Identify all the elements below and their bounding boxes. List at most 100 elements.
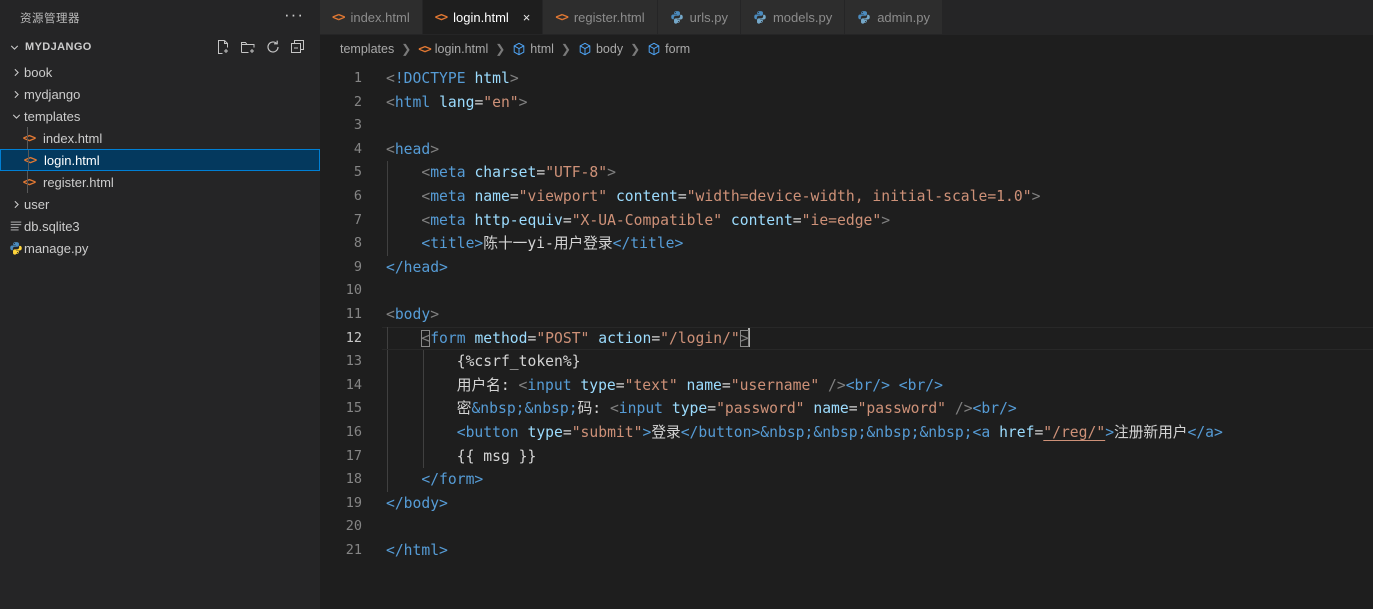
token: {%csrf_token%} bbox=[456, 353, 581, 371]
database-icon bbox=[8, 218, 24, 234]
token: "UTF-8" bbox=[545, 164, 608, 182]
more-actions-icon[interactable]: ··· bbox=[276, 6, 312, 26]
tree-item-book[interactable]: book bbox=[0, 61, 320, 83]
tree-item-login-html[interactable]: <> login.html bbox=[0, 149, 320, 171]
close-icon[interactable]: × bbox=[523, 11, 531, 24]
token: < bbox=[386, 305, 395, 323]
code-line: 17 {{ msg }} bbox=[320, 444, 1373, 469]
tab-urls-py[interactable]: urls.py bbox=[657, 0, 741, 34]
tree-item-user[interactable]: user bbox=[0, 193, 320, 215]
tree-item-manage-py[interactable]: manage.py bbox=[0, 237, 320, 259]
new-file-icon[interactable] bbox=[215, 39, 231, 55]
breadcrumb-label: templates bbox=[340, 42, 395, 56]
token: < bbox=[386, 140, 395, 158]
token: 陈十一yi-用户登录 bbox=[483, 235, 613, 253]
new-folder-icon[interactable] bbox=[240, 39, 256, 55]
token: </body> bbox=[386, 494, 448, 512]
python-icon bbox=[8, 240, 24, 256]
html-icon: <> bbox=[23, 153, 37, 167]
tab-admin-py[interactable]: admin.py bbox=[845, 0, 943, 34]
tab-models-py[interactable]: models.py bbox=[740, 0, 846, 34]
token: 注册新用户 bbox=[1114, 423, 1188, 441]
token: !DOCTYPE bbox=[394, 70, 466, 87]
breadcrumb-item-body[interactable]: body bbox=[578, 42, 623, 56]
code-content: 用户名: <input type="text" name="username" … bbox=[382, 373, 1373, 398]
token: "password" bbox=[716, 400, 805, 418]
token: < bbox=[421, 164, 431, 182]
code-content: <!DOCTYPE html> bbox=[382, 67, 1373, 91]
symbol-field-icon bbox=[578, 42, 592, 56]
token: /> bbox=[946, 400, 973, 418]
collapse-all-icon[interactable] bbox=[290, 39, 306, 55]
tree-item-db-sqlite3[interactable]: db.sqlite3 bbox=[0, 215, 320, 237]
line-number: 18 bbox=[345, 471, 362, 488]
code-content bbox=[382, 515, 1373, 539]
html-icon: <> bbox=[332, 10, 345, 24]
token: = bbox=[536, 164, 546, 182]
token: "POST" bbox=[536, 329, 590, 347]
chevron-down-icon bbox=[8, 108, 24, 124]
token: <title> bbox=[421, 235, 484, 253]
refresh-icon[interactable] bbox=[265, 39, 281, 55]
code-line: 15 密&nbsp;&nbsp;码: <input type="password… bbox=[320, 397, 1373, 421]
tab-register-html[interactable]: <> register.html bbox=[543, 0, 658, 34]
code-line: 13 {%csrf_token%} bbox=[320, 350, 1373, 374]
tree-item-label: book bbox=[24, 64, 53, 80]
breadcrumb-item-html[interactable]: html bbox=[512, 42, 554, 56]
token: 码: bbox=[577, 400, 610, 418]
token: "/login/" bbox=[660, 329, 740, 347]
tab-label: register.html bbox=[573, 9, 645, 25]
symbol-field-icon bbox=[647, 42, 661, 56]
token: </form> bbox=[421, 471, 484, 489]
vscode-window: 资源管理器 ··· MYDJANGO book mydjango templat… bbox=[0, 0, 1373, 609]
token: > bbox=[509, 70, 519, 87]
token: meta bbox=[430, 187, 466, 205]
token: < bbox=[421, 211, 431, 229]
token: </title> bbox=[612, 235, 684, 253]
tree-item-label: mydjango bbox=[24, 86, 81, 102]
tab-label: models.py bbox=[772, 9, 833, 25]
tree-item-templates[interactable]: templates bbox=[0, 105, 320, 127]
tree-item-index-html[interactable]: <> index.html bbox=[0, 127, 320, 149]
line-number: 6 bbox=[353, 187, 362, 204]
link-token[interactable]: "/reg/" bbox=[1043, 424, 1105, 441]
line-number: 21 bbox=[345, 541, 362, 558]
code-line: 10 bbox=[320, 279, 1373, 303]
token: name bbox=[813, 400, 849, 418]
breadcrumb-label: body bbox=[595, 42, 624, 56]
tree-item-label: index.html bbox=[43, 130, 103, 146]
html-icon: <> bbox=[22, 175, 36, 189]
tree-item-register-html[interactable]: <> register.html bbox=[0, 171, 320, 193]
html-icon: <> bbox=[434, 10, 448, 24]
tab-label: login.html bbox=[453, 9, 509, 25]
chevron-right-icon bbox=[8, 64, 24, 80]
explorer-title: 资源管理器 bbox=[20, 12, 80, 25]
explorer-actions bbox=[215, 39, 312, 55]
breadcrumb-item-form[interactable]: form bbox=[647, 42, 690, 56]
tab-login-html[interactable]: <> login.html × bbox=[422, 0, 544, 34]
line-number: 11 bbox=[345, 305, 362, 322]
line-number: 7 bbox=[353, 211, 362, 228]
line-number: 19 bbox=[345, 494, 362, 511]
token: body bbox=[394, 305, 431, 323]
code-editor[interactable]: 1 <!DOCTYPE html> 2 <html lang="en"> 3 4… bbox=[320, 61, 1373, 609]
code-line: 20 bbox=[320, 515, 1373, 539]
line-number: 12 bbox=[345, 329, 362, 346]
tree-item-mydjango[interactable]: mydjango bbox=[0, 83, 320, 105]
html-icon: <> bbox=[418, 42, 431, 56]
tab-index-html[interactable]: <> index.html bbox=[320, 0, 423, 34]
token: &nbsp;&nbsp;&nbsp;&nbsp; bbox=[760, 423, 973, 441]
token: "password" bbox=[857, 400, 947, 418]
code-content: 密&nbsp;&nbsp;码: <input type="password" n… bbox=[382, 397, 1373, 421]
code-content: <meta charset="UTF-8"> bbox=[382, 161, 1373, 185]
token: > bbox=[1105, 423, 1115, 441]
breadcrumb-item-templates[interactable]: templates bbox=[340, 42, 394, 56]
python-icon bbox=[857, 10, 871, 24]
token: name bbox=[474, 187, 510, 205]
editor-area: <> index.html <> login.html × <> registe… bbox=[320, 0, 1373, 609]
breadcrumb-item-login-html[interactable]: <> login.html bbox=[418, 42, 488, 56]
token: > bbox=[642, 423, 652, 441]
code-content: <button type="submit">登录</button>&nbsp;&… bbox=[382, 420, 1373, 445]
project-root-row[interactable]: MYDJANGO bbox=[0, 35, 320, 59]
token: <button bbox=[456, 423, 528, 441]
